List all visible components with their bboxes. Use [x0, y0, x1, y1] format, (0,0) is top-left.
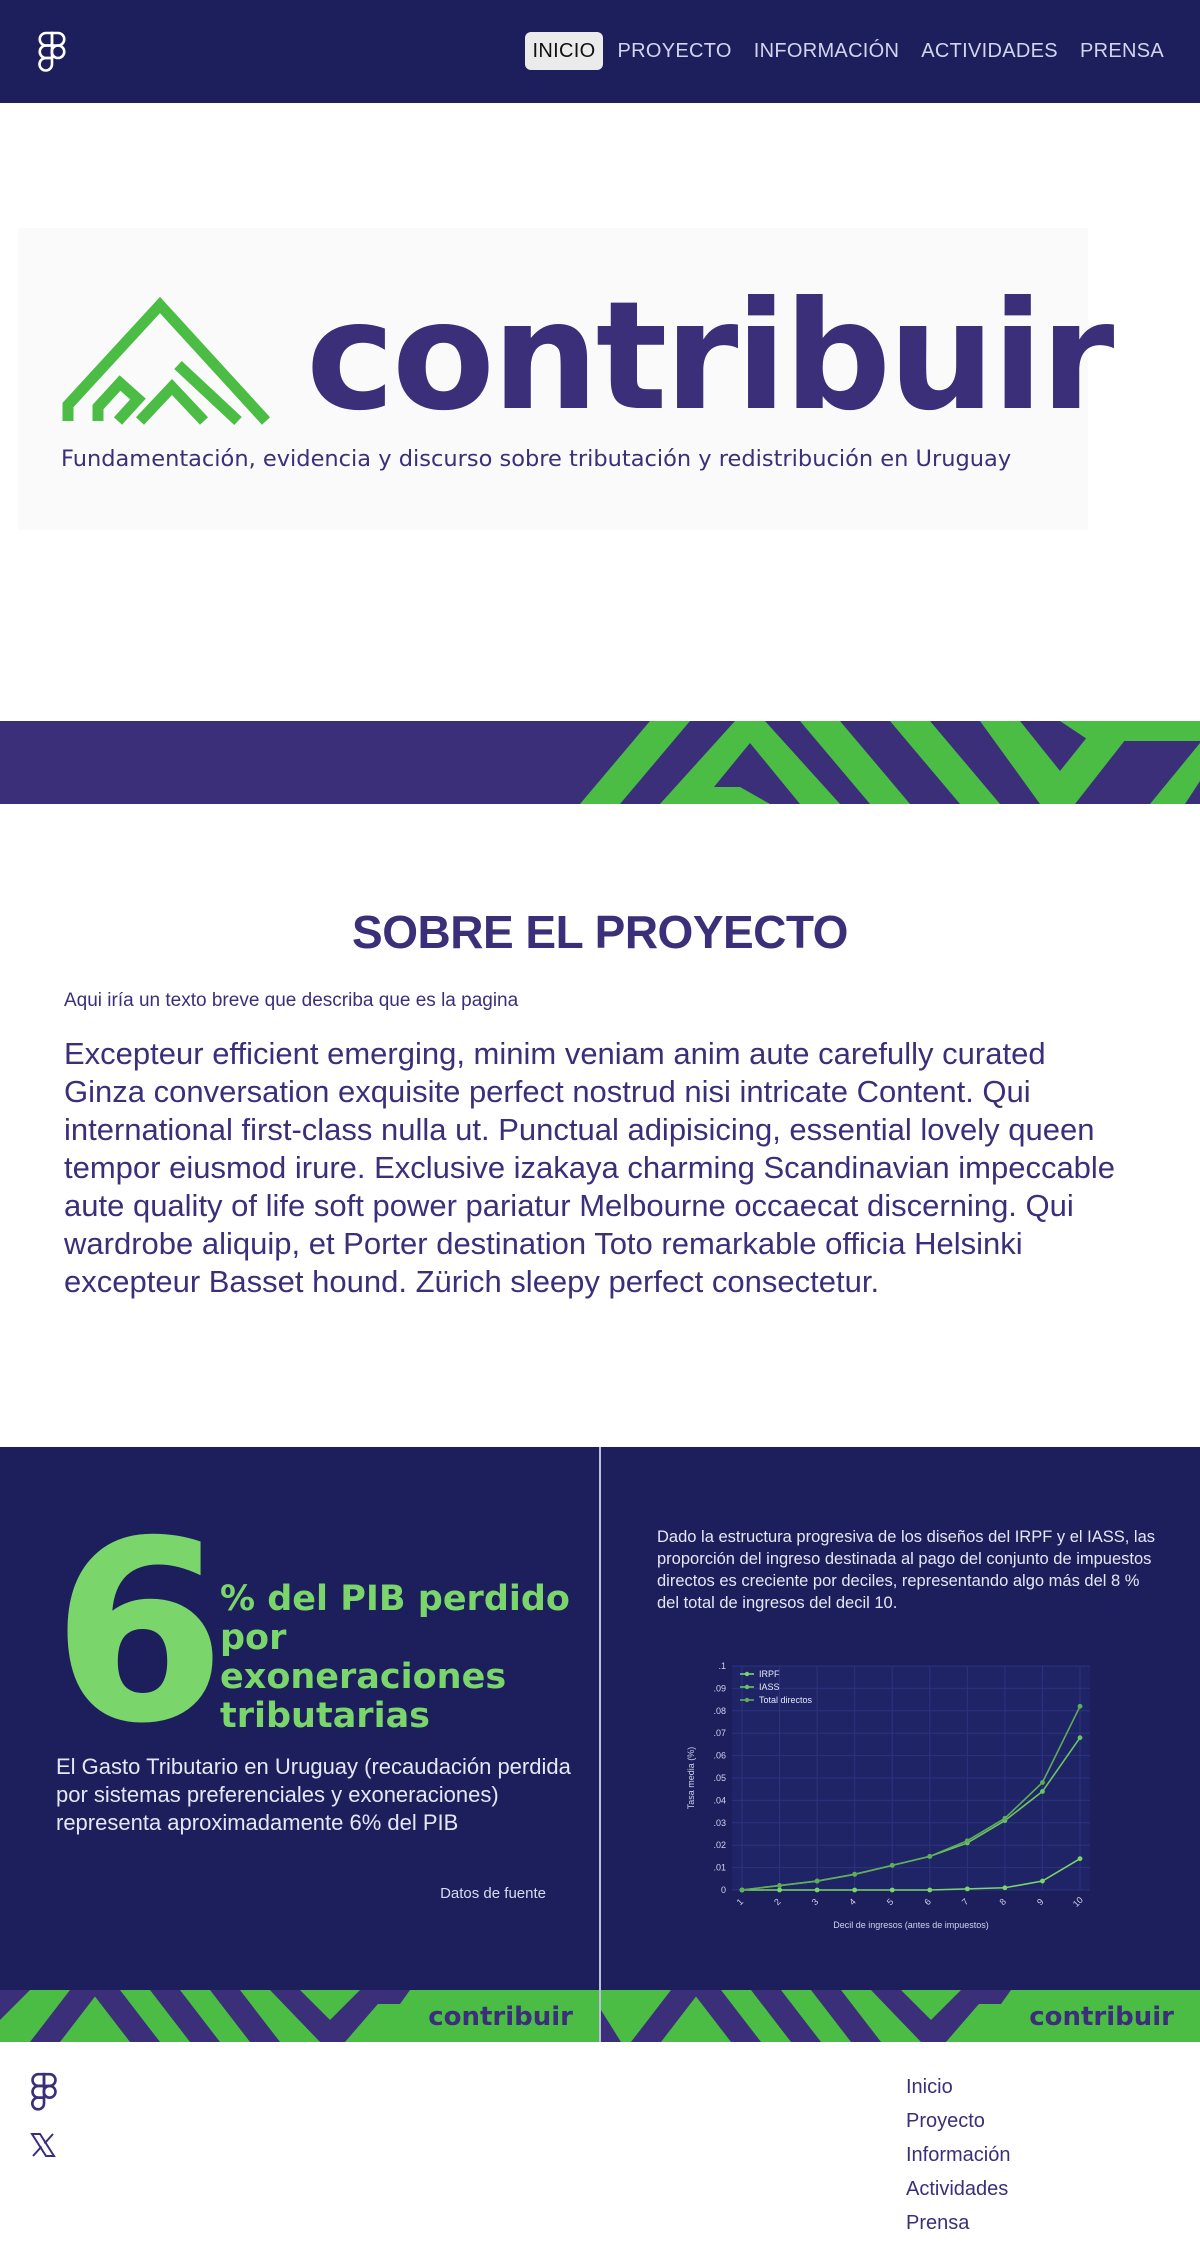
- chart-y-tick-label: .08: [713, 1706, 726, 1716]
- brand-strip-left: contribuir: [0, 1990, 599, 2042]
- nav-item-actividades[interactable]: ACTIVIDADES: [913, 32, 1066, 70]
- chart-data-point: [1040, 1789, 1045, 1794]
- footer-link-prensa[interactable]: Prensa: [906, 2206, 1011, 2240]
- chart-data-point: [1002, 1885, 1008, 1891]
- hero-wordmark: contribuir: [306, 270, 1114, 444]
- chart-y-tick-label: .04: [713, 1795, 726, 1805]
- chart-legend-marker: [744, 1697, 750, 1703]
- tax-rate-line-chart: 0 .01 .02 .03 .04 .05 .06 .07 .08 .09 .1 1 2 3 4 5 6 7 8 9 1…: [686, 1661, 1090, 1930]
- chart-y-axis-label: Tasa media (%): [686, 1747, 696, 1810]
- main-menu: INICIO PROYECTO INFORMACIÓN ACTIVIDADES …: [524, 32, 1172, 70]
- nav-item-inicio[interactable]: INICIO: [524, 32, 604, 70]
- chart-data-point: [814, 1878, 820, 1884]
- stat-headline: % del PIB perdido por exoneraciones trib…: [220, 1579, 570, 1736]
- footer-link-proyecto[interactable]: Proyecto: [906, 2104, 1011, 2138]
- chart-data-point: [1040, 1878, 1045, 1884]
- footer-link-informacion[interactable]: Información: [906, 2138, 1011, 2172]
- chart-data-point: [852, 1887, 858, 1893]
- footer-links: Inicio Proyecto Información Actividades …: [906, 2070, 1011, 2240]
- chart-y-tick-label: 0: [721, 1885, 726, 1895]
- contribuir-logo-mark: [62, 296, 271, 426]
- chart-data-point: [814, 1887, 820, 1893]
- chart-x-tick-label: 8: [997, 1897, 1008, 1908]
- chart-y-tick-label: .07: [713, 1728, 726, 1738]
- chart-data-point: [927, 1854, 933, 1859]
- about-subtitle: Aqui iría un texto breve que describa qu…: [64, 990, 519, 1011]
- chart-data-point: [777, 1887, 782, 1893]
- chart-legend-label: Total directos: [759, 1695, 813, 1705]
- source-link[interactable]: Datos de fuente: [440, 1885, 546, 1902]
- strip-brand-left: contribuir: [428, 2002, 573, 2032]
- chart-y-tick-label: .06: [713, 1751, 726, 1761]
- chart-x-tick-label: 10: [1071, 1895, 1085, 1909]
- chart-x-tick-label: 4: [847, 1897, 858, 1908]
- nav-item-prensa[interactable]: PRENSA: [1072, 32, 1172, 70]
- chart-data-point: [889, 1862, 895, 1868]
- top-navbar: INICIO PROYECTO INFORMACIÓN ACTIVIDADES …: [0, 0, 1200, 103]
- footer-link-actividades[interactable]: Actividades: [906, 2172, 1011, 2206]
- chart-y-tick-label: .09: [713, 1683, 726, 1693]
- nav-item-proyecto[interactable]: PROYECTO: [609, 32, 739, 70]
- chart-x-tick-label: 2: [772, 1897, 783, 1908]
- chart-data-point: [1077, 1856, 1083, 1862]
- figma-logo-icon[interactable]: [29, 2072, 59, 2112]
- chart-y-tick-label: .1: [718, 1661, 726, 1671]
- chart-x-tick-label: 5: [885, 1897, 896, 1908]
- chart-x-tick-label: 6: [922, 1897, 933, 1908]
- x-twitter-icon[interactable]: [29, 2131, 57, 2159]
- chart-data-point: [852, 1871, 858, 1877]
- stat-body: El Gasto Tributario en Uruguay (recaudac…: [56, 1754, 571, 1835]
- chart-legend-marker: [744, 1684, 750, 1690]
- chart-description: Dado la estructura progresiva de los dis…: [657, 1528, 1155, 1612]
- chart-y-tick-label: .05: [713, 1773, 726, 1783]
- chart-data-point: [964, 1886, 970, 1892]
- chart-data-point: [1040, 1780, 1045, 1785]
- chart-data-point: [927, 1887, 933, 1893]
- chart-data-point: [1077, 1735, 1083, 1741]
- chart-legend-label: IASS: [759, 1682, 780, 1692]
- about-body: Excepteur efficient emerging, minim veni…: [64, 1036, 1116, 1299]
- nav-item-informacion[interactable]: INFORMACIÓN: [746, 32, 908, 70]
- chart-data-point: [777, 1883, 782, 1888]
- banner-pattern: [580, 721, 1200, 804]
- chart-x-tick-label: 9: [1035, 1897, 1046, 1908]
- chart-data-point: [739, 1887, 745, 1893]
- pattern-banner: [0, 721, 1200, 804]
- chart-data-point: [964, 1838, 970, 1844]
- chart-y-tick-label: .03: [713, 1818, 726, 1828]
- chart-x-tick-label: 1: [735, 1897, 746, 1908]
- chart-legend-marker: [744, 1671, 750, 1677]
- chart-legend-label: IRPF: [759, 1669, 780, 1679]
- chart-data-point: [1077, 1703, 1083, 1709]
- chart-x-axis-label: Decil de ingresos (antes de impuestos): [833, 1920, 989, 1930]
- chart-x-tick-label: 7: [960, 1897, 971, 1908]
- hero-tagline: Fundamentación, evidencia y discurso sob…: [61, 446, 1012, 472]
- figma-logo-icon[interactable]: [36, 31, 68, 73]
- chart-data-point: [1002, 1815, 1008, 1821]
- about-title: SOBRE EL PROYECTO: [352, 906, 848, 958]
- chart-x-tick-label: 3: [810, 1897, 821, 1908]
- chart-data-point: [889, 1887, 895, 1893]
- strip-brand-right: contribuir: [1029, 2002, 1174, 2032]
- chart-y-tick-label: .01: [713, 1863, 726, 1873]
- footer-link-inicio[interactable]: Inicio: [906, 2070, 1011, 2104]
- chart-y-tick-label: .02: [713, 1840, 726, 1850]
- brand-strip-right: contribuir: [601, 1990, 1200, 2042]
- big-number: 6: [52, 1487, 226, 1778]
